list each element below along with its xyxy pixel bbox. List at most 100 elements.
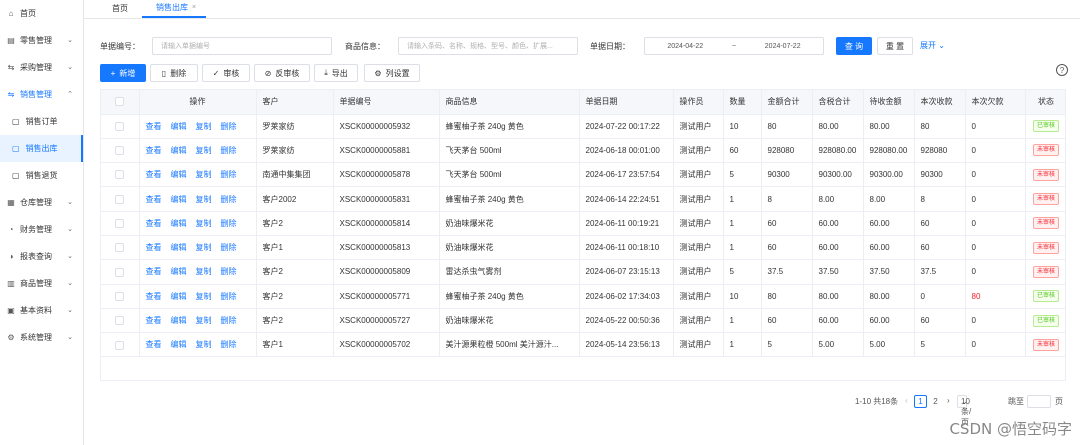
row-checkbox-cell — [101, 162, 140, 188]
add-button[interactable]: + 新增 — [100, 64, 146, 82]
sidebar-item-9[interactable]: ⚙ 系统管理 ⌄ — [0, 324, 83, 351]
goods-input[interactable]: 请输入条码、名称、规格、型号、颜色、扩展... — [398, 37, 578, 55]
sidebar-item-5[interactable]: ◔ 财务管理 ⌄ — [0, 216, 83, 243]
view-link[interactable]: 查看 — [146, 146, 162, 155]
delete-link[interactable]: 删除 — [221, 195, 237, 204]
view-link[interactable]: 查看 — [146, 316, 162, 325]
copy-link[interactable]: 复制 — [196, 122, 212, 131]
row-checkbox[interactable] — [115, 194, 125, 204]
select-all-checkbox[interactable] — [115, 97, 125, 107]
page-size-select[interactable]: 10 条/页 ⌄ — [957, 395, 971, 427]
view-link[interactable]: 查看 — [146, 170, 162, 179]
view-link[interactable]: 查看 — [146, 267, 162, 276]
cell-date: 2024-06-07 23:15:13 — [579, 259, 674, 285]
sidebar-item-4[interactable]: ▦ 仓库管理 ⌄ — [0, 189, 83, 216]
copy-link[interactable]: 复制 — [196, 292, 212, 301]
view-link[interactable]: 查看 — [146, 195, 162, 204]
unapprove-button[interactable]: ⊘ 反审核 — [254, 64, 310, 82]
close-icon[interactable]: × — [192, 4, 196, 11]
view-link[interactable]: 查看 — [146, 340, 162, 349]
edit-link[interactable]: 编辑 — [171, 146, 187, 155]
cell-due: 8.00 — [863, 186, 915, 212]
sidebar-subitem-0[interactable]: ▢ 销售订单 — [0, 108, 83, 135]
copy-link[interactable]: 复制 — [196, 340, 212, 349]
row-checkbox[interactable] — [115, 291, 125, 301]
edit-link[interactable]: 编辑 — [171, 219, 187, 228]
cell-received: 60 — [914, 235, 966, 261]
row-checkbox[interactable] — [115, 340, 125, 350]
edit-link[interactable]: 编辑 — [171, 292, 187, 301]
edit-link[interactable]: 编辑 — [171, 122, 187, 131]
cell-goods: 蜂蜜柚子茶 240g 黄色 — [439, 114, 580, 139]
expand-link[interactable]: 展开 ⌄ — [920, 40, 945, 51]
row-checkbox[interactable] — [115, 121, 125, 131]
page-2-button[interactable]: 2 — [929, 395, 942, 408]
cell-received: 80 — [914, 114, 966, 139]
reset-button[interactable]: 重 置 — [877, 37, 913, 55]
sidebar-item-6[interactable]: ◑ 报表查询 ⌄ — [0, 243, 83, 270]
column-settings-button[interactable]: ⚙ 列设置 — [364, 64, 420, 82]
delete-button[interactable]: ▯ 删除 — [150, 64, 198, 82]
copy-link[interactable]: 复制 — [196, 316, 212, 325]
doc-icon: ▢ — [12, 144, 20, 153]
edit-link[interactable]: 编辑 — [171, 316, 187, 325]
copy-link[interactable]: 复制 — [196, 267, 212, 276]
delete-link[interactable]: 删除 — [221, 219, 237, 228]
row-checkbox[interactable] — [115, 146, 125, 156]
delete-link[interactable]: 删除 — [221, 243, 237, 252]
date-range-input[interactable]: 2024-04-22 ~ 2024-07-22 — [644, 37, 824, 55]
prev-page-icon[interactable]: ‹ — [905, 396, 908, 405]
export-button[interactable]: ⤓ 导出 — [314, 64, 358, 82]
copy-link[interactable]: 复制 — [196, 195, 212, 204]
cell-goods: 奶油味爆米花 — [439, 211, 580, 236]
copy-link[interactable]: 复制 — [196, 146, 212, 155]
delete-link[interactable]: 删除 — [221, 292, 237, 301]
edit-link[interactable]: 编辑 — [171, 243, 187, 252]
delete-link[interactable]: 删除 — [221, 267, 237, 276]
doc-no-input[interactable]: 请输入单据编号 — [152, 37, 332, 55]
search-button[interactable]: 查 询 — [836, 37, 872, 55]
doc-icon: ▢ — [12, 171, 20, 180]
edit-link[interactable]: 编辑 — [171, 267, 187, 276]
cell-date: 2024-06-11 00:19:21 — [579, 211, 674, 236]
row-checkbox[interactable] — [115, 267, 125, 277]
sidebar-item-3[interactable]: ⇋ 销售管理 ⌃ — [0, 81, 83, 108]
copy-link[interactable]: 复制 — [196, 219, 212, 228]
view-link[interactable]: 查看 — [146, 243, 162, 252]
edit-link[interactable]: 编辑 — [171, 340, 187, 349]
sidebar-item-0[interactable]: ⌂ 首页 — [0, 0, 83, 27]
edit-link[interactable]: 编辑 — [171, 170, 187, 179]
sidebar-item-1[interactable]: ▤ 零售管理 ⌄ — [0, 27, 83, 54]
jump-page-input[interactable] — [1027, 395, 1051, 408]
row-checkbox[interactable] — [115, 219, 125, 229]
chevron-down-icon: ⌄ — [67, 307, 73, 314]
next-page-icon[interactable]: › — [947, 396, 950, 405]
delete-link[interactable]: 删除 — [221, 340, 237, 349]
delete-link[interactable]: 删除 — [221, 316, 237, 325]
approve-button[interactable]: ✓ 审核 — [202, 64, 250, 82]
edit-link[interactable]: 编辑 — [171, 195, 187, 204]
copy-link[interactable]: 复制 — [196, 243, 212, 252]
page-1-button[interactable]: 1 — [914, 395, 927, 408]
sidebar-item-2[interactable]: ⇆ 采购管理 ⌄ — [0, 54, 83, 81]
sidebar-item-7[interactable]: ▥ 商品管理 ⌄ — [0, 270, 83, 297]
view-link[interactable]: 查看 — [146, 122, 162, 131]
delete-link[interactable]: 删除 — [221, 146, 237, 155]
sidebar-item-8[interactable]: ▣ 基本资料 ⌄ — [0, 297, 83, 324]
cell-goods: 美汁源果粒橙 500ml 美汁源汁... — [439, 332, 580, 358]
home-icon: ⌂ — [8, 9, 14, 18]
row-checkbox[interactable] — [115, 170, 125, 180]
sidebar-subitem-1[interactable]: ▢ 销售出库 — [0, 135, 83, 162]
copy-link[interactable]: 复制 — [196, 170, 212, 179]
view-link[interactable]: 查看 — [146, 292, 162, 301]
help-icon[interactable]: ? — [1056, 64, 1068, 76]
row-checkbox[interactable] — [115, 316, 125, 326]
row-checkbox[interactable] — [115, 243, 125, 253]
row-actions: 查看 编辑 复制 删除 — [139, 308, 257, 334]
delete-link[interactable]: 删除 — [221, 122, 237, 131]
tab-sales-outbound[interactable]: 销售出库 × — [142, 0, 207, 18]
delete-link[interactable]: 删除 — [221, 170, 237, 179]
sidebar-subitem-2[interactable]: ▢ 销售退货 — [0, 162, 83, 189]
tab-home[interactable]: 首页 — [84, 0, 142, 18]
view-link[interactable]: 查看 — [146, 219, 162, 228]
